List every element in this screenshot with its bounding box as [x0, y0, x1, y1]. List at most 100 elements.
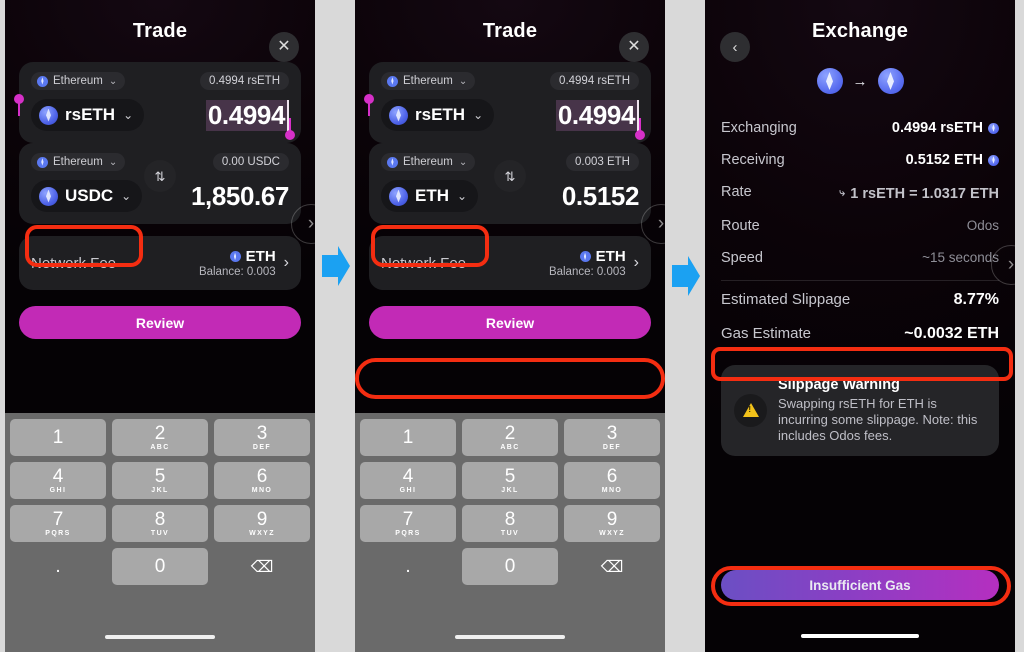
- from-token-selector[interactable]: rsETH ⌄: [381, 99, 495, 131]
- backspace-icon[interactable]: ⌫: [564, 548, 660, 585]
- review-button[interactable]: Review: [369, 306, 651, 339]
- network-fee-balance: Balance: 0.003: [548, 266, 626, 278]
- flow-arrow-icon: [668, 253, 702, 299]
- key-0[interactable]: 0: [112, 548, 208, 585]
- from-chain-label: Ethereum: [403, 75, 453, 87]
- key-6[interactable]: 6 MNO: [214, 462, 310, 499]
- trade-titlebar-2: Trade ✕: [355, 0, 665, 62]
- row-label: Rate: [721, 184, 752, 200]
- from-chain-selector[interactable]: Ethereum ⌄: [381, 72, 476, 90]
- numeric-keypad-1: 1 2 ABC 3 DEF 4 GHI 5 JKL 6 MNO 7 PQRS 8 TUV 9W…: [5, 413, 315, 652]
- key-4[interactable]: 4 GHI: [10, 462, 106, 499]
- phone-screen-trade-eth: Trade ✕ Ethereum ⌄ 0.4994 rsETH rsETH ⌄ …: [355, 0, 665, 652]
- row-label: Exchanging: [721, 120, 797, 136]
- key-8[interactable]: 8 TUV: [462, 505, 558, 542]
- key-7[interactable]: 7 PQRS: [10, 505, 106, 542]
- page-title: Trade: [482, 19, 538, 42]
- key-9[interactable]: 9 WXYZ: [564, 505, 660, 542]
- close-icon[interactable]: ✕: [269, 32, 299, 62]
- to-chain-label: Ethereum: [403, 156, 453, 168]
- insufficient-gas-wrap: Insufficient Gas: [721, 570, 999, 600]
- key-1[interactable]: 1: [360, 419, 456, 456]
- from-amount-input[interactable]: 0.4994: [555, 99, 639, 131]
- keypad-row: 1 2 ABC 3 DEF: [360, 419, 660, 456]
- to-token-label: ETH: [415, 186, 449, 205]
- keypad-row: 1 2 ABC 3 DEF: [10, 419, 310, 456]
- network-fee-row[interactable]: Network Fee ETH Balance: 0.003 ›: [369, 236, 651, 290]
- chevron-down-icon: ⌄: [473, 108, 484, 122]
- to-amount-value: 0.5152: [561, 180, 640, 211]
- network-fee-token: ETH: [595, 248, 626, 265]
- key-2[interactable]: 2 ABC: [112, 419, 208, 456]
- swap-direction-button[interactable]: ⇅: [144, 160, 176, 192]
- row-value[interactable]: ⤶ 1 rsETH = 1.0317 ETH: [839, 186, 999, 202]
- to-balance: 0.00 USDC: [212, 153, 289, 171]
- row-receiving: Receiving 0.5152 ETH: [721, 144, 999, 176]
- key-6[interactable]: 6 MNO: [564, 462, 660, 499]
- key-2[interactable]: 2 ABC: [462, 419, 558, 456]
- row-label: Estimated Slippage: [721, 290, 851, 308]
- eth-token-icon: [877, 68, 904, 94]
- warning-body: Swapping rsETH for ETH is incurring some…: [778, 395, 978, 443]
- selection-handle-start[interactable]: [14, 94, 24, 116]
- numeric-keypad-2: 1 2 ABC 3 DEF 4 GHI 5 JKL 6 MNO 7 PQRS 8 TUV 9W…: [355, 413, 665, 652]
- key-9[interactable]: 9 WXYZ: [214, 505, 310, 542]
- from-token-card: Ethereum ⌄ 0.4994 rsETH rsETH ⌄ 0.4994: [364, 62, 651, 143]
- key-7[interactable]: 7 PQRS: [360, 505, 456, 542]
- from-token-label: rsETH: [65, 105, 116, 124]
- network-fee-token: ETH: [245, 248, 276, 265]
- trade-app-2: Trade ✕ Ethereum ⌄ 0.4994 rsETH rsETH ⌄ …: [355, 0, 665, 413]
- backspace-icon[interactable]: ⌫: [214, 548, 310, 585]
- from-amount-input[interactable]: 0.4994: [205, 99, 289, 131]
- review-button[interactable]: Review: [19, 306, 301, 339]
- to-token-selector[interactable]: ETH ⌄: [381, 180, 479, 212]
- review-button-wrap-1: Review: [5, 290, 315, 339]
- key-5[interactable]: 5 JKL: [112, 462, 208, 499]
- key-decimal[interactable]: .: [10, 548, 106, 585]
- chevron-down-icon: ⌄: [121, 189, 132, 203]
- chevron-left-icon[interactable]: ‹: [720, 32, 750, 62]
- key-1[interactable]: 1: [10, 419, 106, 456]
- swap-rate-icon: ⤶: [839, 187, 846, 199]
- from-chain-selector[interactable]: Ethereum ⌄: [31, 72, 126, 90]
- insufficient-gas-button[interactable]: Insufficient Gas: [721, 570, 999, 600]
- key-5[interactable]: 5 JKL: [462, 462, 558, 499]
- key-8[interactable]: 8 TUV: [112, 505, 208, 542]
- exchange-app: ‹ Exchange → Exchanging 0.4994 rsETH Rec…: [705, 0, 1015, 652]
- row-label: Gas Estimate: [721, 324, 812, 342]
- row-value: 0.4994 rsETH: [892, 120, 999, 136]
- from-token-selector[interactable]: rsETH ⌄: [31, 99, 145, 131]
- home-indicator: [105, 635, 215, 639]
- key-3[interactable]: 3 DEF: [214, 419, 310, 456]
- row-route: Route Odos: [721, 210, 999, 242]
- ethereum-icon: [988, 122, 999, 134]
- row-value: ~15 seconds: [922, 249, 999, 265]
- rseth-token-icon: [389, 105, 408, 125]
- exchange-detail-rows: Exchanging 0.4994 rsETH Receiving 0.5152…: [705, 112, 1015, 274]
- key-decimal[interactable]: .: [360, 548, 456, 585]
- rseth-token-icon: [816, 68, 843, 94]
- eth-token-icon: [389, 186, 408, 206]
- close-icon[interactable]: ✕: [619, 32, 649, 62]
- exchange-titlebar: ‹ Exchange: [705, 0, 1015, 62]
- selection-handle-end[interactable]: [635, 118, 645, 140]
- row-value-text: 0.5152 ETH: [905, 152, 983, 168]
- to-token-selector[interactable]: USDC ⌄: [31, 180, 143, 212]
- selection-handle-start[interactable]: [364, 94, 374, 116]
- trade-cards-1: Ethereum ⌄ 0.4994 rsETH rsETH ⌄ 0.4994 ⇅…: [5, 62, 315, 244]
- swap-direction-button[interactable]: ⇅: [494, 160, 526, 192]
- from-token-card: Ethereum ⌄ 0.4994 rsETH rsETH ⌄ 0.4994: [14, 62, 301, 143]
- keypad-row: 7 PQRS 8 TUV 9 WXYZ: [360, 505, 660, 542]
- trade-app-1: Trade ✕ Ethereum ⌄ 0.4994 rsETH rsETH ⌄ …: [5, 0, 315, 413]
- key-0[interactable]: 0: [462, 548, 558, 585]
- to-chain-selector[interactable]: Ethereum ⌄: [31, 153, 126, 171]
- network-fee-balance: Balance: 0.003: [198, 266, 276, 278]
- to-token-label: USDC: [65, 186, 114, 205]
- key-4[interactable]: 4 GHI: [360, 462, 456, 499]
- network-fee-row[interactable]: Network Fee ETH Balance: 0.003 ›: [19, 236, 301, 290]
- key-3[interactable]: 3 DEF: [564, 419, 660, 456]
- exchange-token-pair: →: [705, 68, 1015, 94]
- to-chain-selector[interactable]: Ethereum ⌄: [381, 153, 476, 171]
- chevron-right-icon: ›: [283, 254, 289, 271]
- selection-handle-end[interactable]: [285, 118, 295, 140]
